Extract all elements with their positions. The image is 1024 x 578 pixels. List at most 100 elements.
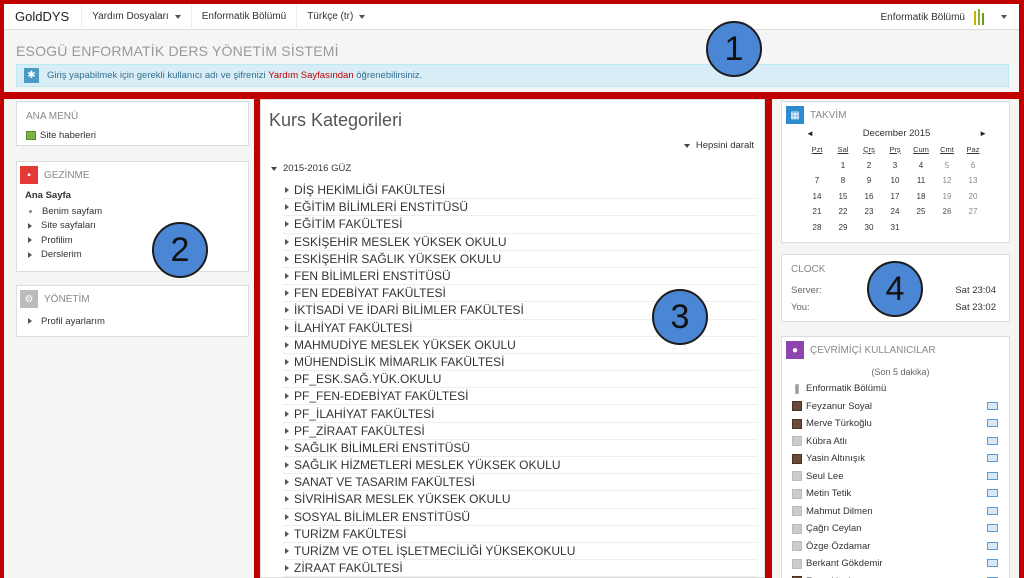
expand-arrow-icon[interactable] [285, 462, 289, 469]
calendar-day[interactable]: 27 [960, 204, 986, 220]
prev-month-icon[interactable]: ◄ [806, 129, 814, 138]
home-link[interactable]: Ana Sayfa [25, 190, 248, 201]
calendar-day[interactable]: 19 [934, 189, 960, 205]
expand-arrow-icon[interactable] [28, 222, 32, 229]
calendar-day[interactable]: 16 [856, 189, 882, 205]
expand-arrow-icon[interactable] [285, 530, 289, 537]
help-page-link[interactable]: Yardım Sayfasından [268, 70, 353, 81]
calendar-day[interactable]: 10 [882, 173, 908, 189]
online-user-row[interactable]: Enformatik Bölümü [792, 380, 1009, 398]
expand-arrow-icon[interactable] [28, 318, 32, 325]
category-item[interactable]: EĞİTİM BİLİMLERİ ENSTİTÜSÜ [283, 199, 758, 217]
message-icon[interactable] [987, 471, 998, 480]
calendar-day[interactable]: 3 [882, 158, 908, 174]
expand-arrow-icon[interactable] [28, 237, 32, 244]
brand-link[interactable]: GoldDYS [4, 9, 81, 24]
expand-arrow-icon[interactable] [285, 221, 289, 228]
expand-arrow-icon[interactable] [285, 444, 289, 451]
calendar-day[interactable]: 13 [960, 173, 986, 189]
online-user-row[interactable]: Özge Özdamar [792, 538, 1009, 556]
calendar-day[interactable]: 29 [830, 220, 856, 236]
calendar-day[interactable]: 23 [856, 204, 882, 220]
expand-arrow-icon[interactable] [285, 341, 289, 348]
calendar-day[interactable]: 17 [882, 189, 908, 205]
message-icon[interactable] [987, 524, 998, 532]
category-item[interactable]: FEN BİLİMLERİ ENSTİTÜSÜ [283, 268, 758, 286]
site-news-link[interactable]: Site haberleri [17, 122, 248, 141]
calendar-day[interactable]: 12 [934, 173, 960, 189]
expand-arrow-icon[interactable] [285, 255, 289, 262]
category-item[interactable]: PF_ZİRAAT FAKÜLTESİ [283, 423, 758, 440]
nav-item-profile[interactable]: Profilim [25, 233, 248, 248]
calendar-day[interactable]: 26 [934, 204, 960, 220]
calendar-day[interactable]: 25 [908, 204, 934, 220]
category-item[interactable]: ZİRAAT FAKÜLTESİ [283, 560, 758, 578]
message-icon[interactable] [987, 559, 998, 567]
calendar-day[interactable]: 20 [960, 189, 986, 205]
online-user-row[interactable]: Çağrı Ceylan [792, 520, 1009, 538]
expand-arrow-icon[interactable] [285, 324, 289, 331]
category-item[interactable]: PF_İLAHİYAT FAKÜLTESİ [283, 405, 758, 423]
calendar-day[interactable]: 5 [934, 158, 960, 174]
expand-arrow-icon[interactable] [285, 307, 289, 314]
category-item[interactable]: SANAT VE TASARIM FAKÜLTESİ [283, 474, 758, 492]
expand-arrow-icon[interactable] [285, 376, 289, 383]
expand-arrow-icon[interactable] [285, 393, 289, 400]
expand-arrow-icon[interactable] [28, 251, 32, 258]
message-icon[interactable] [987, 541, 998, 550]
next-month-icon[interactable]: ► [979, 129, 987, 138]
category-item[interactable]: SAĞLIK BİLİMLERİ ENSTİTÜSÜ [283, 440, 758, 457]
calendar-day[interactable]: 1 [830, 158, 856, 174]
expand-arrow-icon[interactable] [285, 427, 289, 434]
user-menu[interactable]: Enformatik Bölümü [881, 4, 1007, 30]
calendar-day[interactable]: 14 [804, 189, 830, 205]
calendar-day[interactable]: 7 [804, 173, 830, 189]
expand-arrow-icon[interactable] [285, 479, 289, 486]
collapse-all-link[interactable]: Hepsini daralt [683, 140, 754, 151]
calendar-day[interactable]: 15 [830, 189, 856, 205]
category-item[interactable]: PF_FEN-EDEBİYAT FAKÜLTESİ [283, 388, 758, 406]
expand-arrow-icon[interactable] [285, 238, 289, 245]
online-user-row[interactable]: Seul Lee [792, 468, 1009, 486]
category-item[interactable]: SİVRİHİSAR MESLEK YÜKSEK OKULU [283, 491, 758, 509]
calendar-day[interactable]: 24 [882, 204, 908, 220]
expand-arrow-icon[interactable] [285, 358, 289, 365]
calendar-day[interactable]: 21 [804, 204, 830, 220]
online-user-row[interactable]: Merve Türkoğlu [792, 415, 1009, 433]
message-icon[interactable] [987, 506, 998, 515]
expand-arrow-icon[interactable] [285, 290, 289, 297]
calendar-day[interactable]: 4 [908, 158, 934, 174]
category-item[interactable]: TURİZM VE OTEL İŞLETMECİLİĞİ YÜKSEKOKULU [283, 543, 758, 561]
calendar-day[interactable]: 6 [960, 158, 986, 174]
message-icon[interactable] [987, 401, 998, 410]
department-link[interactable]: Enformatik Bölümü [190, 3, 296, 30]
category-item[interactable]: SAĞLIK HİZMETLERİ MESLEK YÜKSEK OKULU [283, 457, 758, 475]
calendar-day[interactable]: 31 [882, 220, 908, 236]
online-user-row[interactable]: Berkant Gökdemir [792, 555, 1009, 573]
category-item[interactable]: SOSYAL BİLİMLER ENSTİTÜSÜ [283, 509, 758, 526]
expand-arrow-icon[interactable] [285, 187, 289, 194]
online-user-row[interactable]: Yasin Altınışık [792, 450, 1009, 468]
calendar-day[interactable]: 22 [830, 204, 856, 220]
calendar-day[interactable]: 30 [856, 220, 882, 236]
category-item[interactable]: DİŞ HEKİMLİĞİ FAKÜLTESİ [283, 182, 758, 200]
expand-arrow-icon[interactable] [285, 565, 289, 572]
language-menu[interactable]: Türkçe (tr) [296, 3, 375, 30]
profile-settings-link[interactable]: Profil ayarlarım [25, 314, 248, 329]
nav-item-my-page[interactable]: Benim sayfam [25, 204, 248, 219]
calendar-day[interactable]: 8 [830, 173, 856, 189]
help-files-menu[interactable]: Yardım Dosyaları [81, 3, 191, 30]
category-item[interactable]: PF_ESK.SAĞ.YÜK.OKULU [283, 371, 758, 389]
message-icon[interactable] [987, 489, 998, 497]
online-user-row[interactable]: Kübra Atlı [792, 433, 1009, 451]
category-item[interactable]: ESKİŞEHİR SAĞLIK YÜKSEK OKULU [283, 251, 758, 268]
root-category[interactable]: 2015-2016 GÜZ [271, 163, 351, 174]
calendar-day[interactable]: 28 [804, 220, 830, 236]
category-item[interactable]: ESKİŞEHİR MESLEK YÜKSEK OKULU [283, 234, 758, 251]
expand-arrow-icon[interactable] [285, 513, 289, 520]
online-user-row[interactable]: Emre Uçak [792, 573, 1009, 578]
category-item[interactable]: MÜHENDİSLİK MİMARLIK FAKÜLTESİ [283, 354, 758, 372]
message-icon[interactable] [987, 454, 998, 462]
nav-item-courses[interactable]: Derslerim [25, 248, 248, 263]
calendar-day[interactable]: 11 [908, 173, 934, 189]
